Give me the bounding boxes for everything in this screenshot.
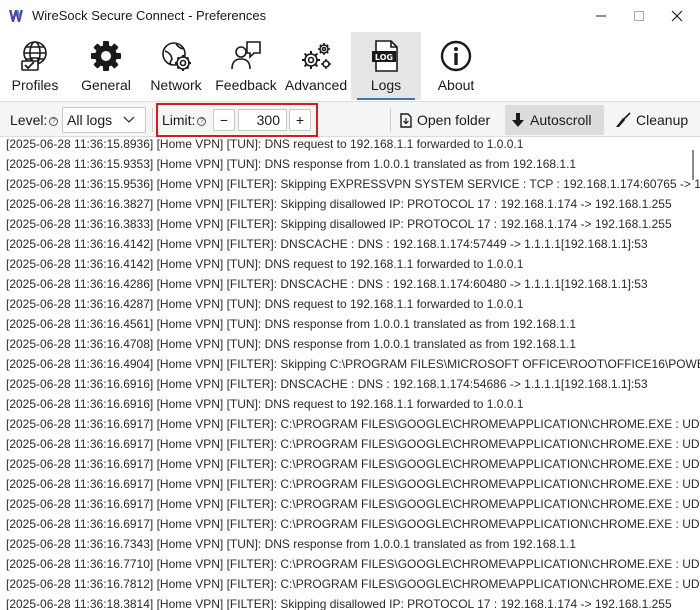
log-line: [2025-06-28 11:36:16.4142] [Home VPN] [T… [6,257,524,271]
close-button[interactable] [654,0,700,32]
minimize-icon [596,15,606,17]
limit-decrement-button[interactable]: − [213,109,235,131]
log-line: [2025-06-28 11:36:15.9536] [Home VPN] [F… [6,177,700,191]
broom-icon [616,112,631,127]
globe-shield-icon [17,38,53,74]
tab-advanced[interactable]: Advanced [284,32,348,100]
tab-label: Network [150,77,202,93]
limit-label: Limit:? [162,112,207,128]
log-line: [2025-06-28 11:36:16.6917] [Home VPN] [F… [6,417,700,431]
maximize-icon [634,11,644,21]
autoscroll-button[interactable]: Autoscroll [505,105,604,135]
tab-label: Advanced [284,77,348,93]
log-scrollbar[interactable] [692,150,694,180]
open-folder-label: Open folder [417,112,491,128]
log-line: [2025-06-28 11:36:16.7343] [Home VPN] [T… [6,537,577,551]
cleanup-button[interactable]: Cleanup [609,105,697,135]
wiresock-logo-icon [9,10,23,22]
log-line: [2025-06-28 11:36:16.4142] [Home VPN] [F… [6,237,648,251]
limit-increment-button[interactable]: + [289,109,311,131]
log-line: [2025-06-28 11:36:16.4708] [Home VPN] [T… [6,337,577,351]
level-label: Level:? [10,112,59,128]
tab-feedback[interactable]: Feedback [215,32,277,100]
person-chat-icon [228,38,264,74]
tab-label: General [81,77,131,93]
tab-label: Feedback [215,77,277,93]
log-line: [2025-06-28 11:36:16.6917] [Home VPN] [F… [6,497,700,511]
log-line: [2025-06-28 11:36:15.8936] [Home VPN] [T… [6,137,524,151]
autoscroll-label: Autoscroll [530,112,592,128]
document-icon [400,112,412,128]
separator [152,108,153,132]
gears-icon [298,38,334,74]
log-line: [2025-06-28 11:36:16.4561] [Home VPN] [T… [6,317,577,331]
title-bar: WireSock Secure Connect - Preferences [0,0,700,32]
info-icon [438,38,474,74]
tab-label: Logs [370,77,402,93]
level-select-value: All logs [67,112,113,128]
tab-logs[interactable]: LOG Logs [351,32,421,100]
log-icon-text: LOG [375,53,393,62]
tab-about[interactable]: About [426,32,486,100]
help-icon[interactable]: ? [197,117,207,126]
log-line: [2025-06-28 11:36:16.3827] [Home VPN] [F… [6,197,672,211]
log-line: [2025-06-28 11:36:16.4286] [Home VPN] [F… [6,277,648,291]
log-line: [2025-06-28 11:36:16.6917] [Home VPN] [F… [6,517,700,531]
chevron-down-icon [123,116,135,123]
tab-network[interactable]: Network [146,32,206,100]
log-line: [2025-06-28 11:36:16.6917] [Home VPN] [F… [6,457,700,471]
log-view[interactable]: [2025-06-28 11:36:15.8936] [Home VPN] [T… [0,137,700,610]
cleanup-label: Cleanup [636,112,689,128]
tab-general[interactable]: General [76,32,136,100]
log-line: [2025-06-28 11:36:15.9353] [Home VPN] [T… [6,157,577,171]
log-line: [2025-06-28 11:36:16.4287] [Home VPN] [T… [6,297,524,311]
log-line: [2025-06-28 11:36:16.4904] [Home VPN] [F… [6,357,700,371]
level-label-text: Level: [10,112,48,128]
open-folder-button[interactable]: Open folder [394,105,498,135]
preferences-toolbar: Profiles General Network Feedback Advanc… [0,32,700,100]
window-title: WireSock Secure Connect - Preferences [32,8,267,23]
limit-input[interactable]: 300 [238,109,287,131]
separator [390,108,391,132]
gear-icon [88,38,124,74]
tab-profiles[interactable]: Profiles [5,32,65,100]
log-line: [2025-06-28 11:36:16.6917] [Home VPN] [F… [6,477,700,491]
help-icon[interactable]: ? [49,117,59,126]
level-select[interactable]: All logs [62,107,146,133]
log-controls-bar: Level:? All logs Limit:? − 300 + Open fo… [0,101,700,137]
log-line: [2025-06-28 11:36:16.7710] [Home VPN] [F… [6,557,700,571]
arrow-down-icon [512,113,524,127]
log-file-icon: LOG [368,38,404,74]
log-line: [2025-06-28 11:36:16.3833] [Home VPN] [F… [6,217,672,231]
close-icon [671,10,683,22]
limit-label-text: Limit: [162,112,196,128]
tab-label: Profiles [11,77,59,93]
log-line: [2025-06-28 11:36:16.6916] [Home VPN] [T… [6,397,524,411]
log-line: [2025-06-28 11:36:18.3814] [Home VPN] [F… [6,597,672,610]
log-line: [2025-06-28 11:36:16.6917] [Home VPN] [F… [6,437,700,451]
log-line: [2025-06-28 11:36:16.6916] [Home VPN] [F… [6,377,648,391]
network-gear-icon [158,38,194,74]
active-tab-indicator [357,98,415,100]
log-line: [2025-06-28 11:36:16.7812] [Home VPN] [F… [6,577,700,591]
tab-label: About [437,77,475,93]
